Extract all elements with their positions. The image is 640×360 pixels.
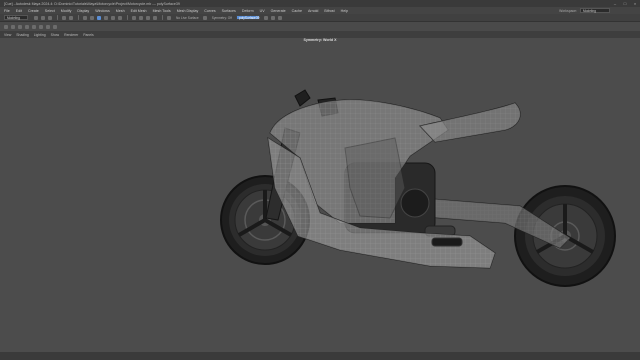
menu-help[interactable]: Help	[341, 9, 348, 13]
select-component-icon[interactable]	[97, 15, 101, 20]
undo-icon[interactable]	[62, 15, 66, 20]
shelf-tool-icon[interactable]	[32, 24, 36, 29]
menu-select[interactable]: Select	[45, 9, 55, 13]
main-menu-bar: File Edit Create Select Modify Display W…	[0, 7, 640, 14]
perspective-viewport[interactable]: Symmetry: World X	[0, 38, 640, 358]
snap-point-icon[interactable]	[146, 15, 150, 20]
menu-curves[interactable]: Curves	[204, 9, 215, 13]
symmetry-text: Symmetry: Off	[211, 15, 232, 20]
maximize-icon[interactable]: □	[620, 1, 630, 6]
object-name-field[interactable]: polySurface39	[236, 15, 260, 20]
menu-uv[interactable]: UV	[260, 9, 265, 13]
window-controls: – □ ×	[610, 1, 640, 6]
shelf-tool-icon[interactable]	[39, 24, 43, 29]
separator	[78, 15, 79, 20]
menu-modify[interactable]: Modify	[61, 9, 72, 13]
face-mask-icon[interactable]	[118, 15, 122, 20]
menu-arnold[interactable]: Arnold	[308, 9, 318, 13]
vertex-mask-icon[interactable]	[104, 15, 108, 20]
shelf-tool-icon[interactable]	[11, 24, 15, 29]
render-icon[interactable]	[264, 15, 268, 20]
menu-display[interactable]: Display	[77, 9, 89, 13]
shelf-tool-icon[interactable]	[46, 24, 50, 29]
bottom-bar	[0, 352, 640, 360]
new-scene-icon[interactable]	[34, 15, 38, 20]
shelf-tool-icon[interactable]	[25, 24, 29, 29]
select-object-icon[interactable]	[90, 15, 94, 20]
workspace-label: Workspace:	[559, 8, 577, 13]
menu-set-dropdown[interactable]: Modeling	[4, 15, 28, 20]
menu-edit-mesh[interactable]: Edit Mesh	[131, 9, 147, 13]
workspace-dropdown[interactable]: Modeling	[580, 8, 610, 13]
render-settings-icon[interactable]	[278, 15, 282, 20]
title-bar: [Cue] - Autodesk Maya 2024.4: D:\Dominic…	[0, 0, 640, 7]
ipr-icon[interactable]	[271, 15, 275, 20]
panel-menu-lighting[interactable]: Lighting	[34, 33, 46, 37]
panel-menu-renderer[interactable]: Renderer	[64, 33, 78, 37]
shelf-tool-icon[interactable]	[18, 24, 22, 29]
shelf-tool-icon[interactable]	[4, 24, 8, 29]
menu-generate[interactable]: Generate	[271, 9, 286, 13]
save-scene-icon[interactable]	[48, 15, 52, 20]
exhaust-outlet	[431, 237, 463, 247]
shelf	[0, 22, 640, 31]
panel-menu-bar: View Shading Lighting Show Renderer Pane…	[0, 31, 640, 38]
live-surface-text: No Live Surface	[176, 15, 199, 20]
snap-curve-icon[interactable]	[139, 15, 143, 20]
close-icon[interactable]: ×	[630, 1, 640, 6]
panel-menu-show[interactable]: Show	[51, 33, 59, 37]
menu-mesh[interactable]: Mesh	[116, 9, 125, 13]
window-title: [Cue] - Autodesk Maya 2024.4: D:\Dominic…	[4, 1, 180, 6]
shelf-tool-icon[interactable]	[53, 24, 57, 29]
handlebar	[294, 89, 311, 107]
menu-mesh-tools[interactable]: Mesh Tools	[153, 9, 171, 13]
menu-deform[interactable]: Deform	[242, 9, 254, 13]
workspace-selector: Workspace: Modeling	[559, 8, 610, 13]
edge-mask-icon[interactable]	[111, 15, 115, 20]
menu-file[interactable]: File	[4, 9, 10, 13]
panel-menu-view[interactable]: View	[4, 33, 11, 37]
menu-surfaces[interactable]: Surfaces	[222, 9, 236, 13]
menu-bifrost[interactable]: Bifrost	[324, 9, 334, 13]
menu-create[interactable]: Create	[28, 9, 39, 13]
status-line: Modeling No Live Surface Symmetry: Off p…	[0, 14, 640, 22]
menu-windows[interactable]: Windows	[95, 9, 110, 13]
separator	[57, 15, 58, 20]
snap-plane-icon[interactable]	[153, 15, 157, 20]
separator	[127, 15, 128, 20]
live-surface-icon[interactable]	[167, 15, 171, 20]
panel-menu-shading[interactable]: Shading	[16, 33, 28, 37]
menu-mesh-display[interactable]: Mesh Display	[177, 9, 199, 13]
menu-cache[interactable]: Cache	[292, 9, 302, 13]
open-scene-icon[interactable]	[41, 15, 45, 20]
snap-grid-icon[interactable]	[132, 15, 136, 20]
panel-menu-panels[interactable]: Panels	[83, 33, 93, 37]
menu-edit[interactable]: Edit	[16, 9, 22, 13]
select-hierarchy-icon[interactable]	[83, 15, 87, 20]
symmetry-icon[interactable]	[202, 15, 207, 20]
redo-icon[interactable]	[69, 15, 73, 20]
minimize-icon[interactable]: –	[610, 1, 620, 6]
motorcycle-wireframe-model[interactable]	[0, 38, 640, 352]
separator	[162, 15, 163, 20]
